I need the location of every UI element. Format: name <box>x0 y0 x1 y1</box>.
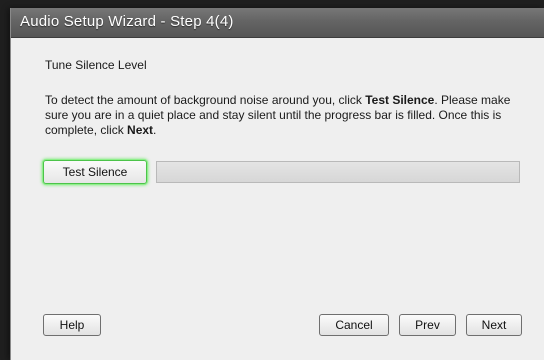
next-button[interactable]: Next <box>466 314 522 336</box>
instructions-part-1: To detect the amount of background noise… <box>45 93 366 107</box>
help-button[interactable]: Help <box>43 314 101 336</box>
cancel-button[interactable]: Cancel <box>319 314 389 336</box>
audio-setup-wizard-window: Audio Setup Wizard - Step 4(4) Tune Sile… <box>10 8 544 360</box>
silence-progress-bar <box>156 161 520 183</box>
title-bar[interactable]: Audio Setup Wizard - Step 4(4) <box>11 8 544 38</box>
instructions-part-3: . <box>153 123 157 137</box>
instructions-next-emphasis: Next <box>127 123 154 137</box>
wizard-content: Tune Silence Level To detect the amount … <box>11 38 544 360</box>
instructions-text: To detect the amount of background noise… <box>45 93 525 138</box>
prev-button[interactable]: Prev <box>399 314 456 336</box>
section-heading: Tune Silence Level <box>45 58 147 72</box>
window-title: Audio Setup Wizard - Step 4(4) <box>20 13 234 30</box>
instructions-test-silence-emphasis: Test Silence <box>365 93 435 107</box>
test-silence-button[interactable]: Test Silence <box>43 160 147 184</box>
